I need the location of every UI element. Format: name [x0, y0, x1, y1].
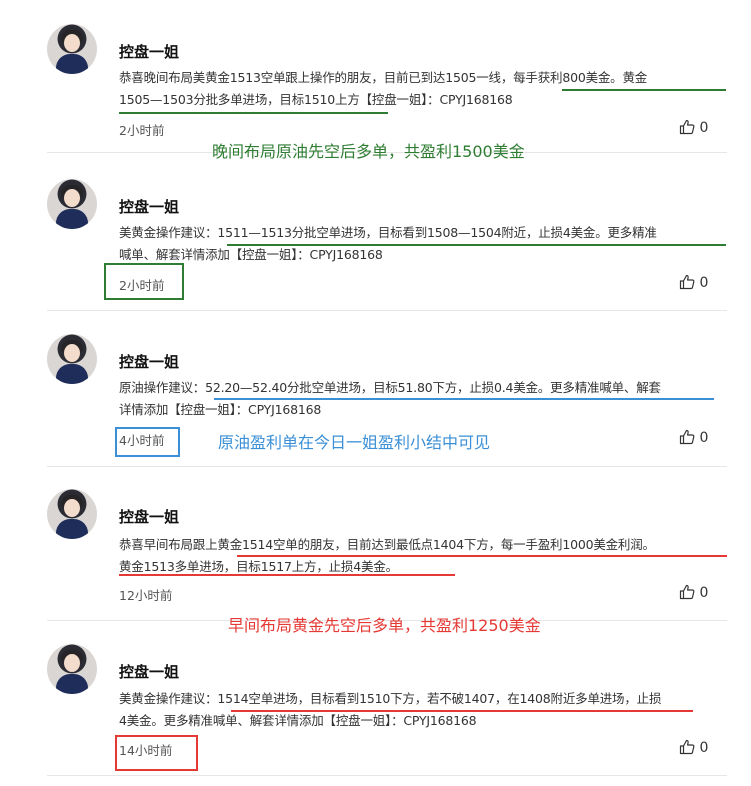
post-content-line: 美黄金操作建议：1514空单进场，目标看到1510下方，若不破1407，在140… — [119, 691, 662, 706]
post-content-line: 1505—1503分批多单进场，目标1510上方【控盘一姐】：CPYJ16816… — [119, 92, 513, 107]
like-button[interactable]: 0 — [679, 119, 708, 136]
green-box — [104, 263, 184, 300]
thumbs-up-icon — [679, 119, 695, 136]
divider — [47, 310, 727, 311]
post-content-line: 美黄金操作建议：1511—1513分批空单进场，目标看到1508—1504附近，… — [119, 225, 657, 240]
like-count: 0 — [699, 120, 709, 136]
post-time: 12小时前 — [119, 588, 173, 603]
thumbs-up-icon — [679, 429, 695, 446]
green-underline — [119, 112, 388, 114]
like-count: 0 — [699, 430, 709, 446]
like-count: 0 — [699, 740, 709, 756]
red-underline — [119, 574, 455, 576]
like-button[interactable]: 0 — [679, 429, 708, 446]
blue-box — [115, 427, 180, 457]
post-content-line: 原油操作建议：52.20—52.40分批空单进场，目标51.80下方，止损0.4… — [119, 380, 661, 395]
like-button[interactable]: 0 — [679, 739, 708, 756]
post-content-line: 4美金。更多精准喊单、解套详情添加【控盘一姐】：CPYJ168168 — [119, 713, 477, 728]
like-button[interactable]: 0 — [679, 274, 708, 291]
author-name[interactable]: 控盘一姐 — [119, 41, 179, 62]
divider — [47, 775, 727, 776]
green-underline — [562, 89, 726, 91]
red-underline — [237, 555, 727, 557]
red-annotation: 早间布局黄金先空后多单，共盈利1250美金 — [228, 616, 541, 635]
post-content-line: 详情添加【控盘一姐】：CPYJ168168 — [119, 402, 322, 417]
post-content-line: 恭喜晚间布局美黄金1513空单跟上操作的朋友，目前已到达1505一线，每手获利8… — [119, 70, 648, 85]
author-name[interactable]: 控盘一姐 — [119, 506, 179, 527]
blue-annotation: 原油盈利单在今日一姐盈利小结中可见 — [218, 433, 491, 452]
post-content-line: 喊单、解套详情添加【控盘一姐】：CPYJ168168 — [119, 247, 383, 262]
author-name[interactable]: 控盘一姐 — [119, 661, 179, 682]
red-box — [115, 735, 198, 771]
avatar[interactable] — [47, 334, 97, 384]
divider — [47, 466, 727, 467]
thumbs-up-icon — [679, 584, 695, 601]
red-underline — [231, 710, 693, 712]
like-count: 0 — [699, 275, 709, 291]
blue-underline — [214, 398, 714, 400]
thumbs-up-icon — [679, 274, 695, 291]
green-underline — [227, 244, 726, 246]
avatar[interactable] — [47, 644, 97, 694]
thumbs-up-icon — [679, 739, 695, 756]
post-time: 2小时前 — [119, 123, 165, 138]
green-annotation: 晚间布局原油先空后多单，共盈利1500美金 — [212, 142, 525, 161]
author-name[interactable]: 控盘一姐 — [119, 351, 179, 372]
avatar[interactable] — [47, 179, 97, 229]
avatar[interactable] — [47, 24, 97, 74]
like-count: 0 — [699, 585, 709, 601]
avatar[interactable] — [47, 489, 97, 539]
author-name[interactable]: 控盘一姐 — [119, 196, 179, 217]
post-content-line: 恭喜早间布局跟上黄金1514空单的朋友，目前达到最低点1404下方，每一手盈利1… — [119, 537, 655, 552]
like-button[interactable]: 0 — [679, 584, 708, 601]
